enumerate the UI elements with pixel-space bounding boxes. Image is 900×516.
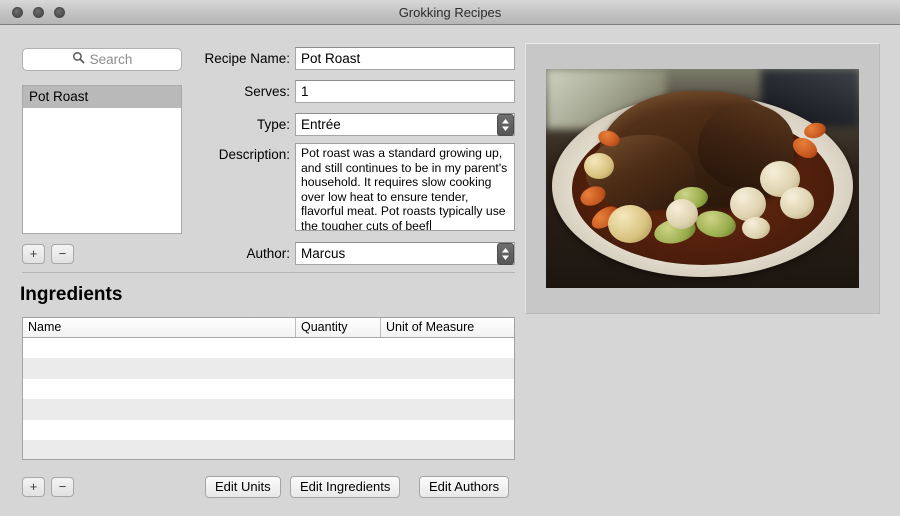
edit-authors-button[interactable]: Edit Authors [419,476,510,498]
column-header-quantity[interactable]: Quantity [295,318,380,337]
table-row[interactable] [23,419,514,440]
type-stepper[interactable] [497,113,514,136]
table-body [23,338,514,459]
serves-input[interactable]: 1 [295,80,515,103]
table-row[interactable] [23,378,514,400]
column-header-name[interactable]: Name [23,318,295,337]
edit-units-button[interactable]: Edit Units [205,476,281,498]
table-row[interactable] [23,399,514,420]
type-combobox[interactable]: Entrée [295,113,515,136]
serves-label: Serves: [244,84,290,99]
author-combobox[interactable]: Marcus [295,242,515,265]
table-row[interactable] [23,439,514,459]
recipe-name-input[interactable]: Pot Roast [295,47,515,70]
remove-ingredient-button[interactable]: − [51,477,74,497]
recipe-name-label: Recipe Name: [204,51,290,66]
table-row[interactable] [23,358,514,379]
app-window: Grokking Recipes Search Pot Roast + − Re… [0,0,900,516]
table-row[interactable] [23,338,514,359]
search-icon [72,51,85,69]
ingredients-table[interactable]: Name Quantity Unit of Measure [22,317,515,460]
search-placeholder: Search [89,52,133,67]
window-title: Grokking Recipes [398,5,502,20]
author-stepper[interactable] [497,242,514,265]
edit-ingredients-button[interactable]: Edit Ingredients [290,476,401,498]
recipe-image-well[interactable] [525,43,880,314]
window-titlebar: Grokking Recipes [0,0,900,25]
type-label: Type: [256,117,290,132]
description-label: Description: [218,147,290,162]
section-divider [22,272,515,273]
table-header-row: Name Quantity Unit of Measure [23,318,514,338]
author-label: Author: [246,246,290,261]
remove-recipe-button[interactable]: − [51,244,74,264]
add-recipe-button[interactable]: + [22,244,45,264]
description-text: Pot roast was a standard growing up, and… [301,146,508,231]
ingredients-heading: Ingredients [20,284,123,305]
description-textarea[interactable]: Pot roast was a standard growing up, and… [295,143,515,231]
pot-roast-photo [546,69,859,288]
column-header-unit[interactable]: Unit of Measure [380,318,514,337]
text-caret [430,219,432,230]
add-ingredient-button[interactable]: + [22,477,45,497]
